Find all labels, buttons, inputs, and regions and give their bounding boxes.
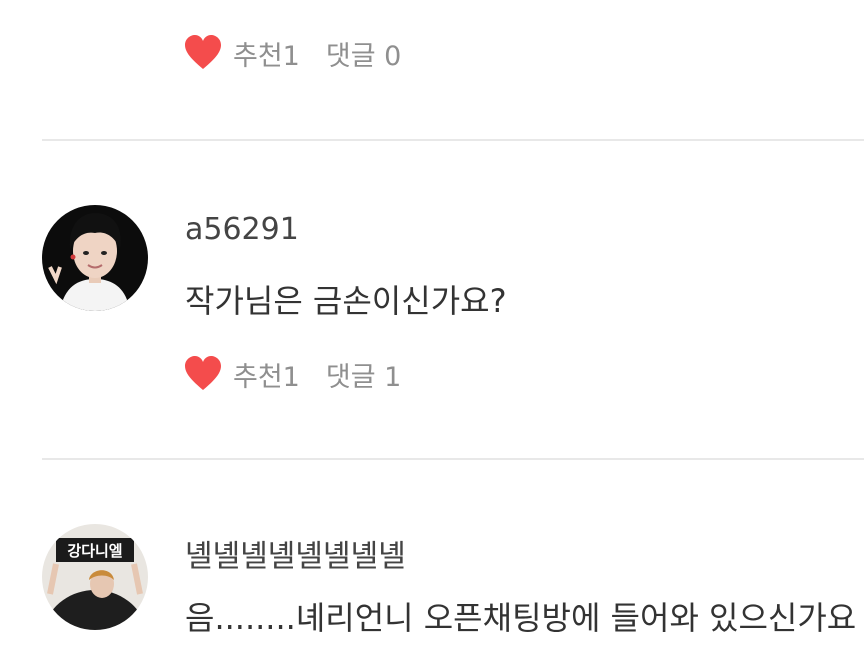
comment-username[interactable]: a56291 [185, 212, 299, 247]
likes-count[interactable]: 추천1 [233, 34, 300, 73]
comment-text: 작가님은 금손이신가요? [185, 282, 507, 320]
avatar[interactable] [42, 205, 148, 311]
divider [42, 458, 864, 460]
comment-username[interactable]: 녤녤녤녤녤녤녤녤 [185, 531, 406, 575]
divider [42, 139, 864, 141]
comment-actions: 추천1 댓글 1 [183, 354, 401, 394]
comment-text: 음........녜리언니 오픈채팅방에 들어와 있으신가요 [185, 599, 857, 637]
replies-count[interactable]: 댓글 1 [326, 355, 401, 394]
heart-icon[interactable] [183, 33, 223, 73]
likes-count[interactable]: 추천1 [233, 355, 300, 394]
heart-icon[interactable] [183, 354, 223, 394]
avatar[interactable]: 강다니엘 [42, 524, 148, 630]
avatar-sign: 강다니엘 [67, 542, 122, 560]
comment-actions: 추천1 댓글 0 [183, 33, 401, 73]
replies-count[interactable]: 댓글 0 [326, 34, 401, 73]
